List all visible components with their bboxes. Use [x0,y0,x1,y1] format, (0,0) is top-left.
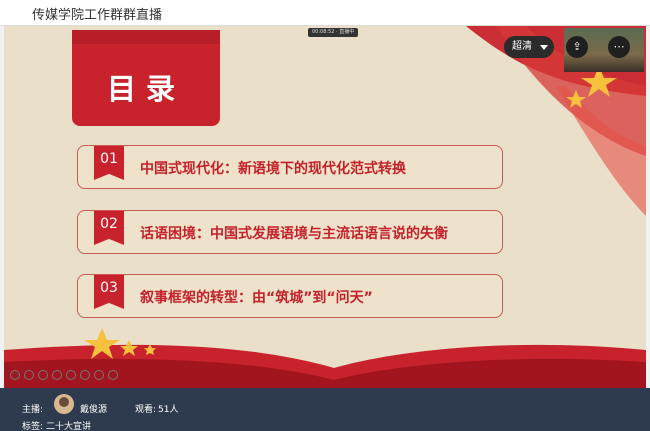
host-name: 戴俊源 [80,405,108,415]
stream-status-chip: 00:08:52 · 直播中 [308,28,359,37]
agenda-text: 话语困境：中国式发展语境与主流话语言说的失衡 [140,226,448,242]
tag-label: 标签: [22,422,44,431]
eraser-tool-icon[interactable]: · [52,370,62,380]
agenda-item: 03 叙事框架的转型：由“筑城”到“问天” [77,274,503,318]
agenda-item: 02 话语困境：中国式发展语境与主流话语言说的失衡 [77,210,503,254]
slide-title-box: 目录 [72,44,220,126]
shape-tool-icon[interactable]: · [80,370,90,380]
more-icon[interactable]: ⋯ [608,36,630,58]
agenda-text: 中国式现代化：新语境下的现代化范式转换 [140,161,406,177]
video-stage[interactable]: 00:08:52 · 直播中 目录 01 中国式现代化：新语境下的现代化范式转换… [4,26,646,388]
text-tool-icon[interactable]: · [66,370,76,380]
agenda-number: 03 [94,275,124,309]
avatar[interactable] [54,394,74,414]
pen-tool-icon[interactable]: · [24,370,34,380]
quality-select-button[interactable]: 超清 [504,36,554,58]
agenda-text: 叙事框架的转型：由“筑城”到“问天” [140,290,373,306]
share-icon[interactable]: ⇪ [566,36,588,58]
window-title: 传媒学院工作群群直播 [32,8,163,23]
quality-label: 超清 [512,41,532,52]
chevron-down-icon [540,45,548,50]
annotation-toolbar: ○ · · · · · · · [10,368,118,382]
agenda-number: 02 [94,211,124,245]
stream-info-footer: 主播: 戴俊源 观看: 51人 标签: 二十大宣讲 [0,388,650,431]
viewers-label: 观看: [135,405,157,415]
host-label: 主播: [22,405,44,415]
tag-value: 二十大宣讲 [46,422,92,431]
agenda-item: 01 中国式现代化：新语境下的现代化范式转换 [77,145,503,189]
title-bar: 传媒学院工作群群直播 [0,0,650,26]
marker-tool-icon[interactable]: · [38,370,48,380]
pointer-tool-icon[interactable]: ○ [10,370,20,380]
live-stream-window: 传媒学院工作群群直播 00:08:52 · 直播中 目录 01 中国式现代化：新… [0,0,650,431]
viewers-count: 51人 [158,405,179,415]
video-tool-icon[interactable]: · [94,370,104,380]
slide-heading: 目录 [106,72,185,106]
camera-tool-icon[interactable]: · [108,370,118,380]
agenda-number: 01 [94,146,124,180]
